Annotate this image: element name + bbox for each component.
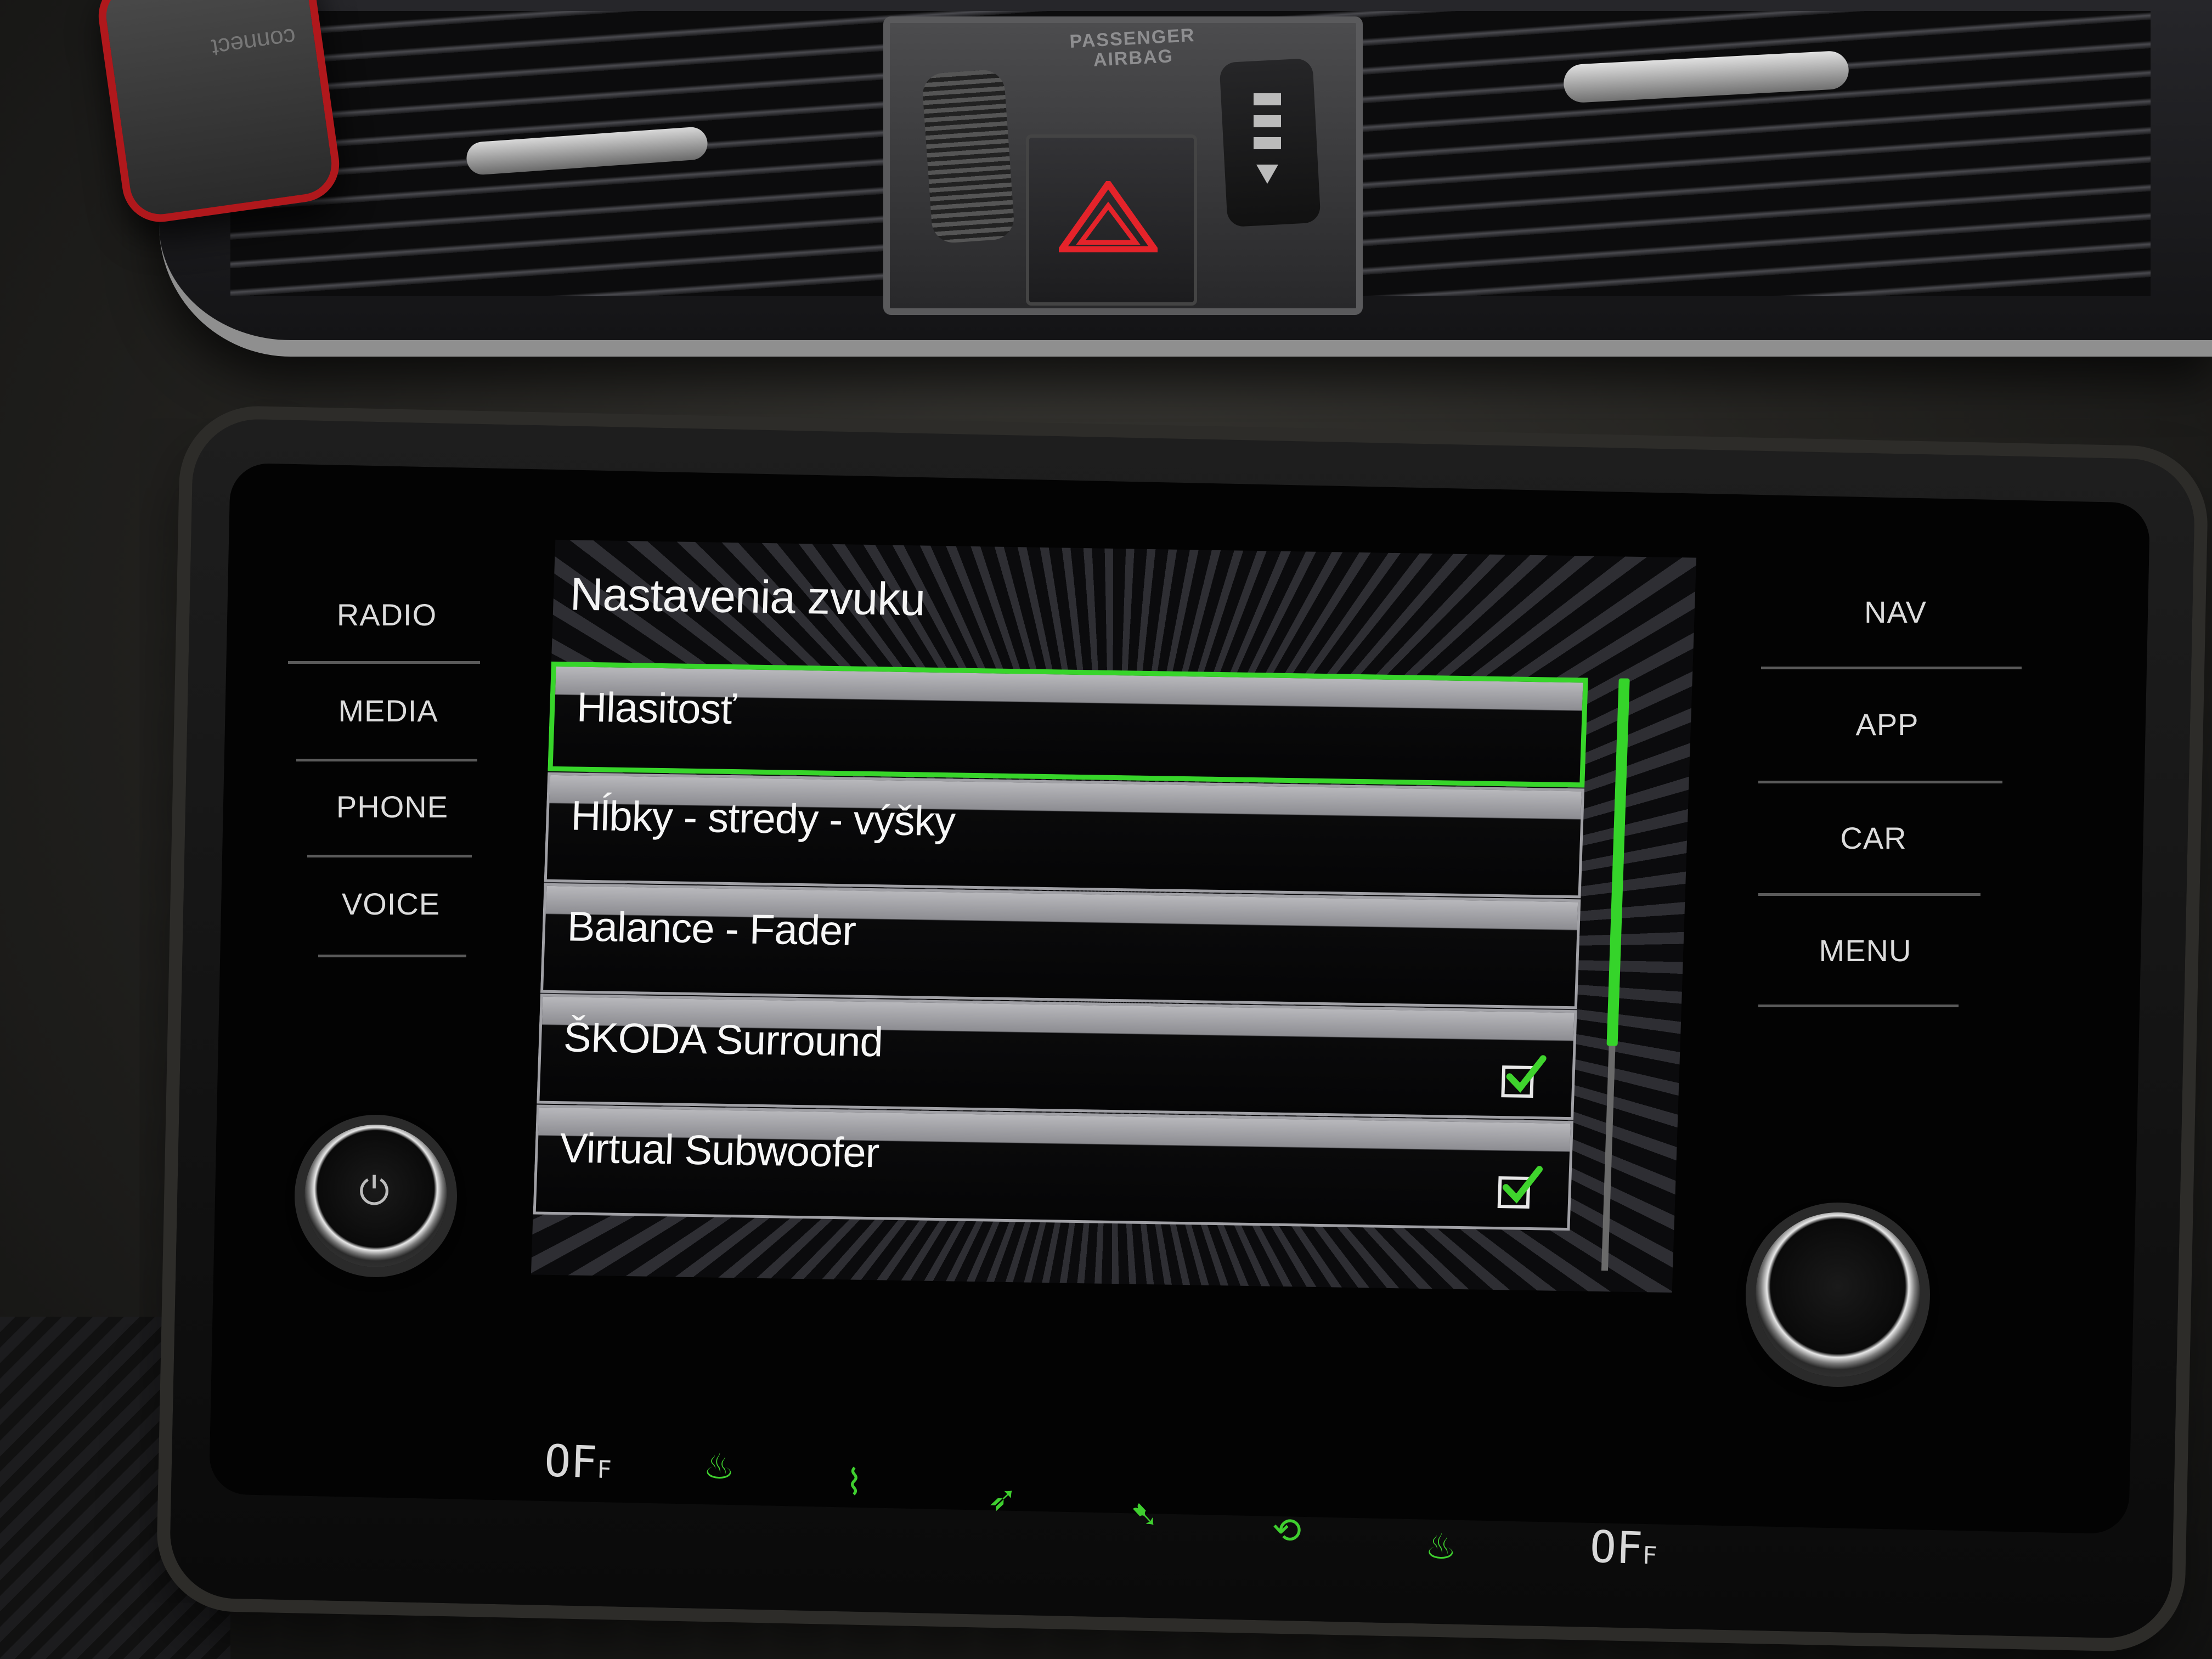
menu-item-virtual-subwoofer[interactable]: Virtual Subwoofer [533,1104,1573,1231]
menu-item-label: Hlasitosť [575,684,737,733]
infotainment-display: Nastavenia zvuku Hlasitosť Hĺbky - stred… [531,539,1697,1293]
menu-item-label: Balance - Fader [566,903,857,955]
vent-level-icon [1254,93,1281,184]
checkmark-icon [1506,1055,1547,1093]
tune-scroll-knob[interactable] [1756,1212,1920,1377]
side-divider [307,855,472,857]
right-temp-value: OF [1589,1521,1644,1574]
menu-button[interactable]: MENU [1797,933,1934,968]
vent-roller-left[interactable] [921,69,1015,244]
menu-item-label: Hĺbky - stredy - výšky [570,792,956,845]
menu-item-label: Virtual Subwoofer [559,1125,880,1177]
recirculation-icon[interactable]: ⟲ [1271,1510,1302,1551]
scrollbar-thumb[interactable] [1606,678,1630,1046]
air-direction-icon[interactable]: ➶ [987,1478,1018,1520]
side-divider [296,759,477,761]
car-button[interactable]: CAR [1810,820,1937,856]
menu-item-hlasitost[interactable]: Hlasitosť [548,661,1588,788]
side-divider [288,661,480,664]
screen-title: Nastavenia zvuku [569,568,926,625]
subwoofer-checkbox[interactable] [1497,1166,1543,1209]
right-temperature-readout[interactable]: OFF [1589,1521,1658,1575]
left-temp-unit: F [596,1455,612,1485]
menu-item-label: ŠKODA Surround [562,1014,884,1066]
left-temperature-readout[interactable]: OFF [544,1435,613,1488]
radio-button[interactable]: RADIO [329,597,444,633]
car-dashboard-scene: PASSENGER AIRBAG connect RADIO MEDIA PHO… [0,0,2212,1659]
menu-item-skoda-surround[interactable]: ŠKODA Surround [537,994,1577,1120]
right-temp-unit: F [1641,1542,1658,1570]
passenger-airbag-label: PASSENGER AIRBAG [1069,25,1196,71]
air-floor-icon[interactable]: ➷ [1129,1494,1160,1536]
menu-item-balance-fader[interactable]: Balance - Fader [540,883,1581,1009]
side-divider [1758,893,1980,896]
app-button[interactable]: APP [1821,707,1953,742]
phone-button[interactable]: PHONE [335,789,450,825]
nav-button[interactable]: NAV [1832,594,1959,630]
left-temp-value: OF [543,1435,599,1488]
voice-button[interactable]: VOICE [337,886,444,922]
seat-heat-right-icon[interactable]: ♨ [1425,1526,1458,1568]
checkmark-icon [1502,1166,1543,1204]
media-button[interactable]: MEDIA [329,693,447,729]
side-divider [318,955,466,957]
side-divider [1758,781,2002,783]
power-icon: ⏻ [359,1169,390,1214]
surround-checkbox[interactable] [1501,1055,1547,1098]
menu-item-hlbky-stredy-vysky[interactable]: Hĺbky - stredy - výšky [544,772,1585,899]
windshield-defrost-icon[interactable]: ⌇ [845,1462,864,1503]
side-divider [1758,1005,1959,1007]
side-divider [1761,667,2022,669]
hazard-triangle-icon [1059,181,1158,252]
seat-heat-icon[interactable]: ♨ [703,1446,736,1488]
